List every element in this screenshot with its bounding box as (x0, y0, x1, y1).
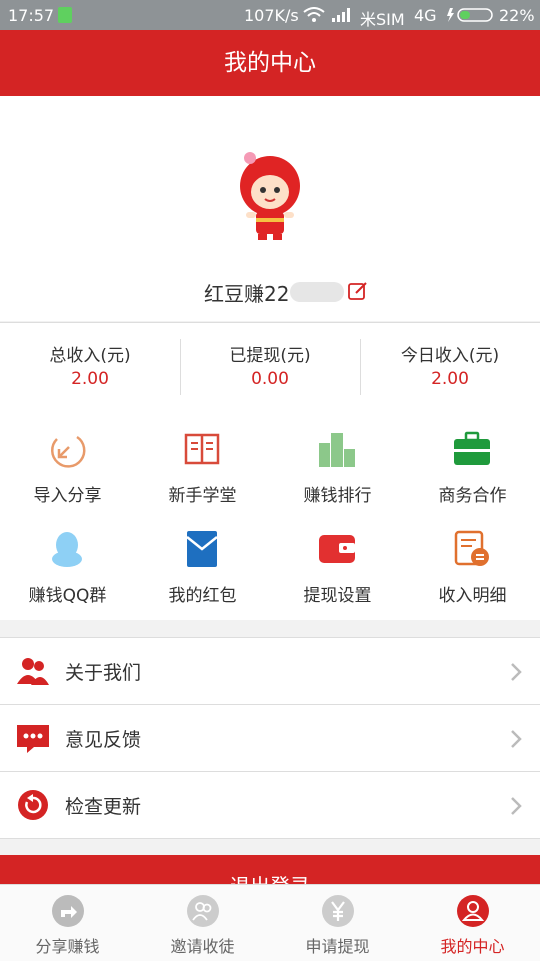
tab-label: 申请提现 (305, 937, 370, 956)
status-battery: 22% (499, 6, 535, 25)
feature-label: 赚钱排行 (303, 486, 372, 506)
profile-section: 红豆赚22 (0, 96, 540, 321)
status-net-speed: 107K/s (244, 6, 299, 25)
feature-label: 我的红包 (168, 586, 237, 606)
feature-income-detail[interactable]: 收入明细 (405, 509, 540, 609)
feature-newbie-school[interactable]: 新手学堂 (135, 409, 270, 509)
tab-label: 邀请收徒 (170, 937, 235, 956)
wifi-icon (303, 7, 325, 22)
feature-withdraw-settings[interactable]: 提现设置 (270, 509, 405, 609)
signal-icon (332, 8, 350, 22)
stat-today-income: 今日收入(元) 2.00 (360, 323, 540, 409)
battery-icon (447, 8, 493, 22)
feature-label: 赚钱QQ群 (28, 586, 107, 606)
users-icon (17, 658, 49, 685)
import-share-icon (50, 435, 86, 468)
feature-label: 收入明细 (438, 586, 507, 606)
invite-icon (187, 895, 219, 927)
profile-icon (457, 895, 489, 927)
share-icon (52, 895, 84, 927)
stat-label: 今日收入(元) (400, 346, 500, 366)
podium-icon (319, 433, 355, 467)
feature-earning-rank[interactable]: 赚钱排行 (270, 409, 405, 509)
battery-saver-icon (58, 7, 72, 23)
stat-value: 0.00 (251, 369, 289, 389)
chevron-right-icon (511, 663, 522, 681)
stat-withdrawn: 已提现(元) 0.00 (180, 323, 360, 409)
chevron-right-icon (511, 730, 522, 748)
tab-label: 分享赚钱 (35, 937, 100, 956)
tab-label: 我的中心 (440, 937, 505, 956)
feature-red-envelope[interactable]: 我的红包 (135, 509, 270, 609)
menu-about-us[interactable]: 关于我们 (0, 637, 540, 705)
username: 红豆赚22 (204, 282, 290, 306)
qq-penguin-icon (52, 532, 82, 567)
feature-label: 提现设置 (303, 586, 372, 606)
briefcase-icon (454, 431, 490, 465)
bottom-tab-bar: 分享赚钱 邀请收徒 申请提现 我的中心 (0, 884, 540, 961)
status-network: 4G (414, 6, 437, 25)
stat-value: 2.00 (71, 369, 109, 389)
book-icon (184, 433, 220, 465)
feature-business[interactable]: 商务合作 (405, 409, 540, 509)
menu-check-update[interactable]: 检查更新 (0, 772, 540, 839)
feature-label: 商务合作 (438, 486, 507, 506)
stat-total-income: 总收入(元) 2.00 (0, 323, 180, 409)
mascot-avatar[interactable] (232, 150, 308, 242)
refresh-icon (18, 790, 48, 820)
status-time: 17:57 (8, 6, 55, 25)
status-bar: 17:57 107K/s 米SIM 4G 22% (0, 0, 540, 30)
edit-icon[interactable] (348, 281, 368, 301)
menu-feedback[interactable]: 意见反馈 (0, 705, 540, 772)
yuan-icon (322, 895, 354, 927)
income-detail-icon (454, 530, 489, 566)
feature-import-share[interactable]: 导入分享 (0, 409, 135, 509)
tab-share-earn[interactable]: 分享赚钱 (0, 885, 135, 961)
chat-icon (17, 725, 49, 753)
stat-label: 已提现(元) (229, 346, 311, 366)
chevron-right-icon (511, 797, 522, 815)
feature-grid: 导入分享 新手学堂 赚钱排行 商务合作 赚钱QQ群 我的红包 提现设置 收入明细 (0, 409, 540, 620)
username-mask (290, 282, 344, 302)
tab-my-center[interactable]: 我的中心 (405, 885, 540, 961)
wallet-icon (319, 535, 355, 563)
stat-value: 2.00 (431, 369, 469, 389)
feature-label: 导入分享 (33, 486, 102, 506)
menu-label: 意见反馈 (65, 729, 142, 751)
tab-withdraw[interactable]: 申请提现 (270, 885, 405, 961)
feature-qq-group[interactable]: 赚钱QQ群 (0, 509, 135, 609)
feature-label: 新手学堂 (168, 486, 237, 506)
menu-label: 检查更新 (65, 796, 142, 818)
stat-label: 总收入(元) (49, 346, 131, 366)
page-title: 我的中心 (0, 30, 540, 96)
tab-invite[interactable]: 邀请收徒 (135, 885, 270, 961)
menu-label: 关于我们 (65, 662, 142, 684)
red-envelope-icon (186, 531, 218, 567)
income-stats: 总收入(元) 2.00 已提现(元) 0.00 今日收入(元) 2.00 (0, 322, 540, 410)
status-carrier: 米SIM (360, 10, 405, 29)
